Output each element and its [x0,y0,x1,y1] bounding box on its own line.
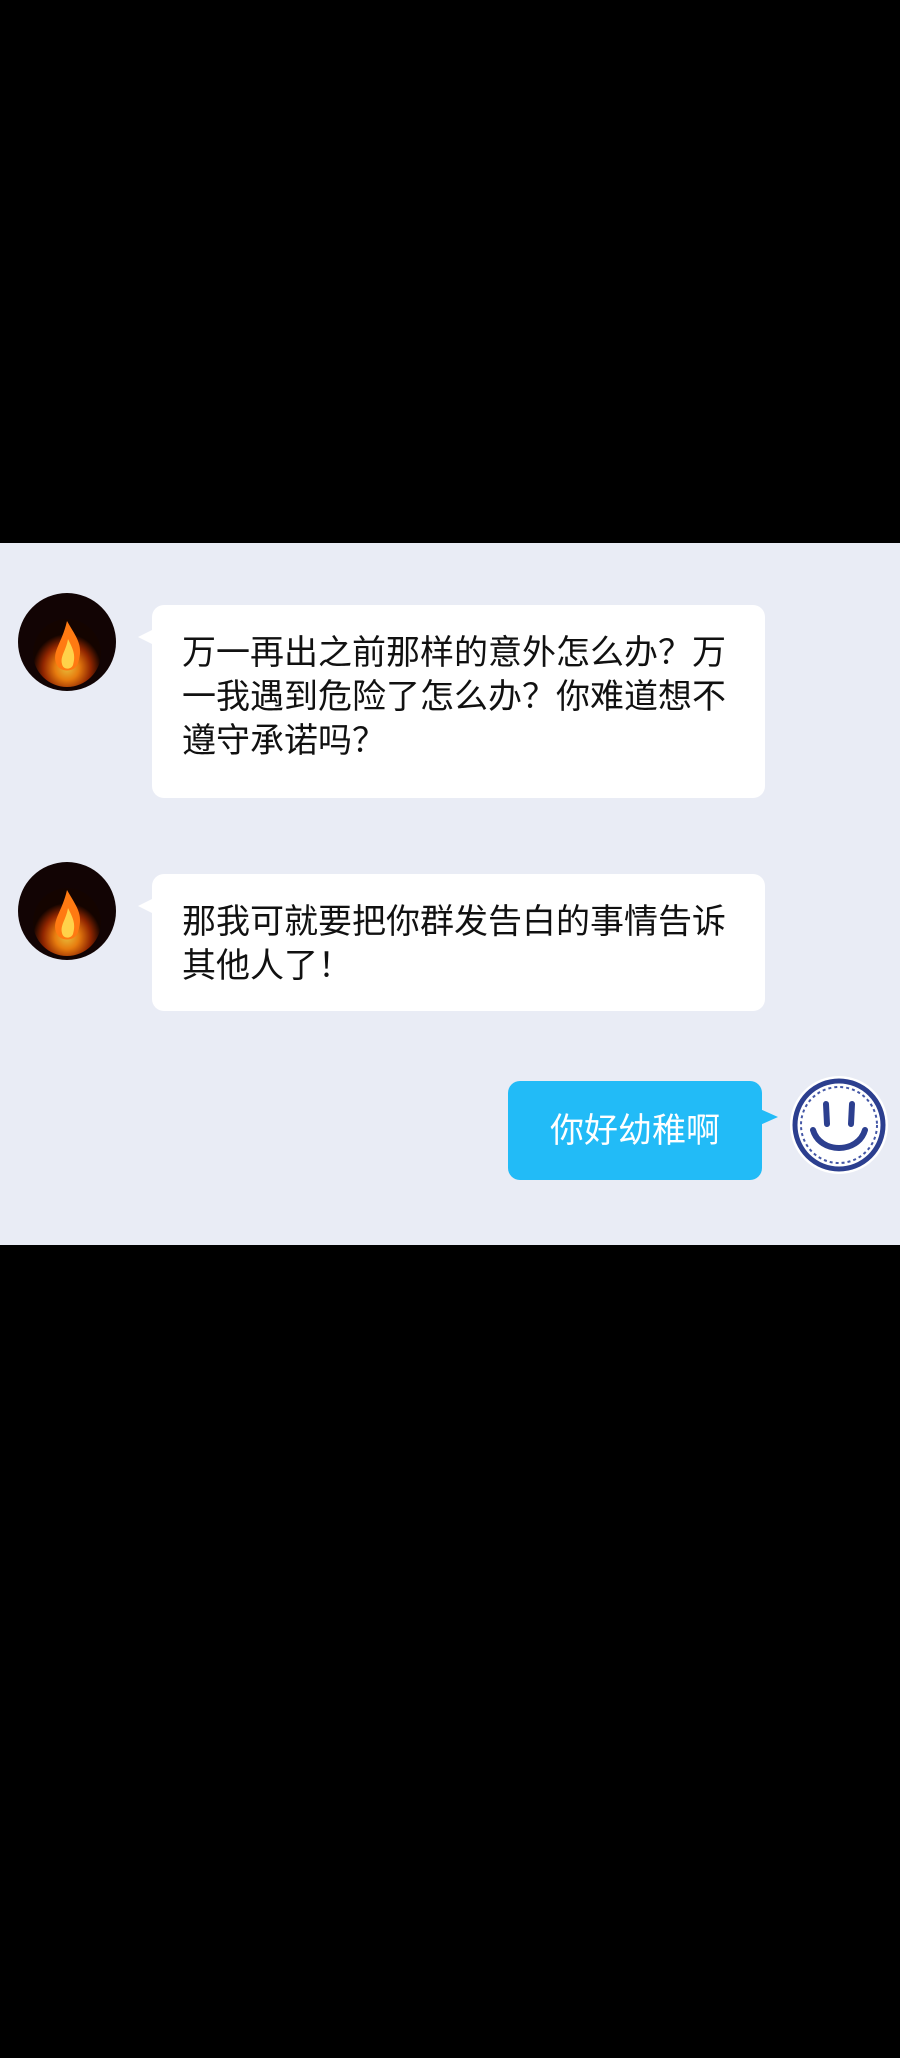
chat-area[interactable]: 万一再出之前那样的意外怎么办？万一我遇到危险了怎么办？你难道想不遵守承诺吗？ 那… [0,543,900,1245]
bottom-letterbox [0,1245,900,2058]
bubble-tail [760,1109,778,1125]
top-letterbox [0,0,900,543]
flame-icon [18,862,116,960]
message-text: 万一再出之前那样的意外怎么办？万一我遇到危险了怎么办？你难道想不遵守承诺吗？ [182,633,726,761]
message-bubble-outgoing[interactable]: 你好幼稚啊 [508,1081,778,1180]
message-text: 那我可就要把你群发告白的事情告诉其他人了！ [182,902,726,986]
flame-icon [18,593,116,691]
message-text: 你好幼稚啊 [550,1110,720,1151]
smiley-icon [792,1078,886,1172]
message-bubble-incoming[interactable]: 那我可就要把你群发告白的事情告诉其他人了！ [138,874,765,1011]
smiley-avatar[interactable] [790,1076,888,1174]
bubble-tail [138,629,154,645]
bubble-tail [138,898,154,914]
message-bubble-incoming[interactable]: 万一再出之前那样的意外怎么办？万一我遇到危险了怎么办？你难道想不遵守承诺吗？ [138,605,765,798]
flame-avatar[interactable] [18,862,116,960]
flame-avatar[interactable] [18,593,116,691]
